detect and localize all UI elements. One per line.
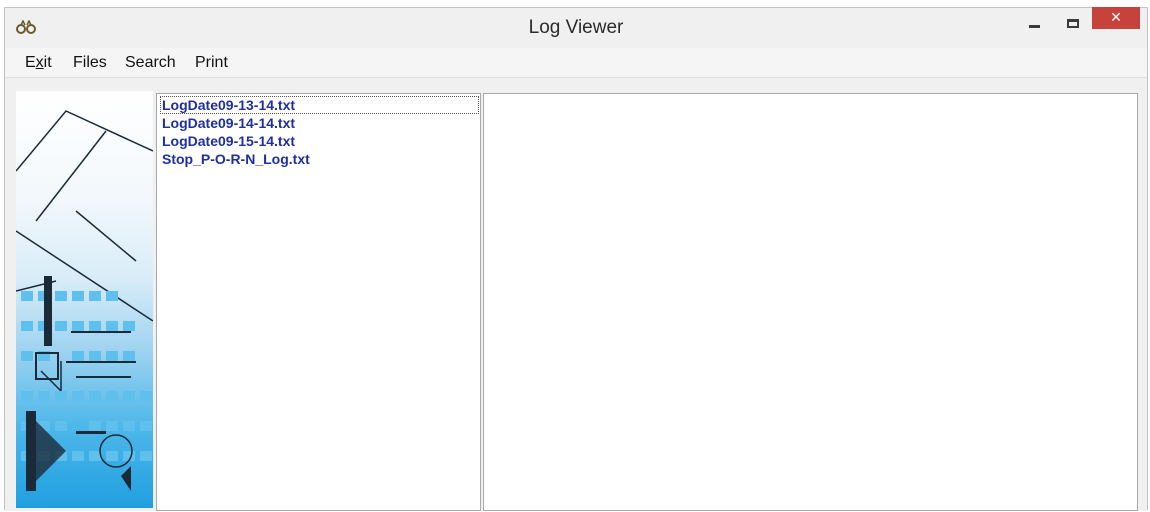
menu-files[interactable]: Files (73, 54, 107, 72)
close-button[interactable]: ✕ (1092, 7, 1140, 29)
log-file-list[interactable]: LogDate09-13-14.txt LogDate09-14-14.txt … (156, 93, 481, 511)
decorative-side-image (16, 91, 153, 508)
client-area: LogDate09-13-14.txt LogDate09-14-14.txt … (5, 78, 1147, 511)
minimize-icon (1028, 24, 1040, 28)
log-file-item[interactable]: LogDate09-13-14.txt (160, 96, 479, 114)
log-content-viewer[interactable] (483, 93, 1138, 511)
top-strip (0, 0, 1150, 7)
menu-exit[interactable]: Exit (25, 54, 52, 72)
log-viewer-window: Log Viewer ✕ Exit Files Search Print Log… (4, 7, 1148, 511)
menu-exit-label-start: E (25, 54, 36, 71)
close-icon: ✕ (1110, 10, 1122, 26)
menu-bar: Exit Files Search Print (5, 48, 1147, 78)
minimize-button[interactable] (1014, 8, 1054, 38)
window-title: Log Viewer (528, 17, 624, 38)
menu-exit-label-end: it (43, 54, 52, 71)
menu-print[interactable]: Print (195, 54, 228, 72)
menu-search[interactable]: Search (125, 54, 176, 72)
log-file-item[interactable]: LogDate09-15-14.txt (160, 132, 479, 150)
title-bar[interactable]: Log Viewer ✕ (5, 7, 1147, 48)
maximize-icon (1067, 18, 1079, 28)
menu-exit-access-key: x (35, 54, 44, 71)
log-file-item[interactable]: LogDate09-14-14.txt (160, 114, 479, 132)
maximize-button[interactable] (1054, 8, 1092, 38)
log-file-item[interactable]: Stop_P-O-R-N_Log.txt (160, 150, 479, 168)
